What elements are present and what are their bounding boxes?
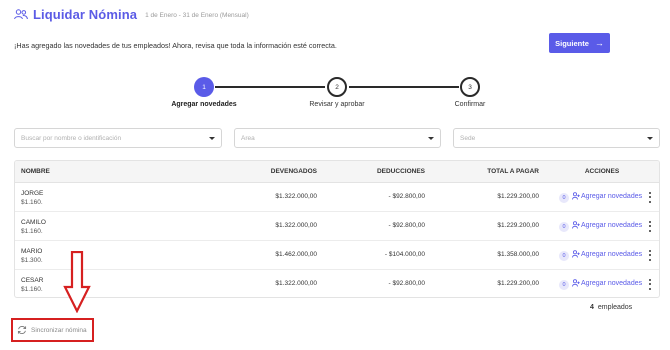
table-header: NOMBRE DEVENGADOS DEDUCCIONES TOTAL A PA… bbox=[15, 161, 659, 183]
total-value: $1.229.200,00 bbox=[497, 280, 539, 287]
total-value: $1.229.200,00 bbox=[497, 193, 539, 200]
employee-count-label: empleados bbox=[597, 304, 633, 311]
search-filter[interactable] bbox=[14, 128, 222, 148]
table-row: JORGE $1.160. $1.322.000,00 - $92.800,00… bbox=[15, 183, 659, 212]
novedades-count-badge: 0 bbox=[559, 222, 569, 232]
add-novedades-link[interactable]: Agregar novedades bbox=[572, 221, 642, 229]
arrow-right-icon: → bbox=[594, 38, 604, 48]
area-select[interactable] bbox=[241, 134, 428, 142]
deducciones-value: - $92.800,00 bbox=[388, 222, 425, 229]
sede-select[interactable] bbox=[460, 134, 647, 142]
column-header-deducciones: DEDUCCIONES bbox=[376, 168, 425, 175]
employee-count: 4 empleados bbox=[590, 304, 632, 311]
add-novedades-label: Agregar novedades bbox=[581, 250, 643, 258]
more-options-icon[interactable] bbox=[647, 191, 653, 204]
search-input[interactable] bbox=[21, 134, 209, 142]
add-novedades-label: Agregar novedades bbox=[581, 192, 643, 200]
step-2-indicator[interactable]: 2 bbox=[327, 77, 347, 97]
chevron-down-icon bbox=[647, 136, 653, 140]
next-button-label: Siguiente bbox=[555, 38, 589, 48]
users-icon bbox=[14, 8, 28, 20]
chevron-down-icon bbox=[428, 136, 434, 140]
progress-stepper: 1 2 3 Agregar novedades Revisar y aproba… bbox=[0, 75, 670, 115]
step-connector bbox=[349, 86, 459, 88]
devengados-value: $1.462.000,00 bbox=[275, 251, 317, 258]
person-plus-icon bbox=[572, 250, 580, 258]
deducciones-value: - $104.000,00 bbox=[384, 251, 425, 258]
employees-table: NOMBRE DEVENGADOS DEDUCCIONES TOTAL A PA… bbox=[14, 160, 660, 298]
deducciones-value: - $92.800,00 bbox=[388, 193, 425, 200]
person-plus-icon bbox=[572, 221, 580, 229]
employee-salary: $1.160. bbox=[21, 228, 43, 235]
step-3-label: Confirmar bbox=[454, 101, 486, 108]
step-2-label: Revisar y aprobar bbox=[309, 101, 365, 108]
employee-salary: $1.160. bbox=[21, 199, 43, 206]
add-novedades-label: Agregar novedades bbox=[581, 221, 643, 229]
info-message: ¡Has agregado las novedades de tus emple… bbox=[14, 41, 337, 50]
novedades-count-badge: 0 bbox=[559, 280, 569, 290]
employee-name: CAMILO bbox=[21, 219, 46, 226]
novedades-count-badge: 0 bbox=[559, 193, 569, 203]
table-row: MARIO $1.300. $1.462.000,00 - $104.000,0… bbox=[15, 241, 659, 270]
employee-salary: $1.160. bbox=[21, 286, 43, 293]
more-options-icon[interactable] bbox=[647, 220, 653, 233]
area-filter[interactable] bbox=[234, 128, 441, 148]
next-button[interactable]: Siguiente → bbox=[549, 33, 610, 53]
sede-filter[interactable] bbox=[453, 128, 660, 148]
total-value: $1.358.000,00 bbox=[497, 251, 539, 258]
add-novedades-link[interactable]: Agregar novedades bbox=[572, 250, 642, 258]
total-value: $1.229.200,00 bbox=[497, 222, 539, 229]
employee-salary: $1.300. bbox=[21, 257, 43, 264]
step-3-indicator[interactable]: 3 bbox=[460, 77, 480, 97]
more-options-icon[interactable] bbox=[647, 278, 653, 291]
page-header: Liquidar Nómina 1 de Enero - 31 de Enero… bbox=[14, 6, 249, 22]
annotation-arrow-icon bbox=[63, 251, 91, 313]
employee-name: CESAR bbox=[21, 277, 44, 284]
sync-icon bbox=[17, 326, 27, 334]
devengados-value: $1.322.000,00 bbox=[275, 193, 317, 200]
deducciones-value: - $92.800,00 bbox=[388, 280, 425, 287]
column-header-actions: ACCIONES bbox=[584, 168, 620, 175]
employee-name: MARIO bbox=[21, 248, 43, 255]
column-header-devengados: DEVENGADOS bbox=[270, 168, 317, 175]
step-connector bbox=[215, 86, 325, 88]
add-novedades-link[interactable]: Agregar novedades bbox=[572, 279, 642, 287]
table-row: CESAR $1.160. $1.322.000,00 - $92.800,00… bbox=[15, 270, 659, 297]
step-1-label: Agregar novedades bbox=[171, 101, 237, 108]
devengados-value: $1.322.000,00 bbox=[275, 222, 317, 229]
person-plus-icon bbox=[572, 192, 580, 200]
person-plus-icon bbox=[572, 279, 580, 287]
page-title: Liquidar Nómina bbox=[33, 6, 138, 22]
novedades-count-badge: 0 bbox=[559, 251, 569, 261]
column-header-total: TOTAL A PAGAR bbox=[487, 168, 539, 175]
sync-payroll-button[interactable]: Sincronizar nómina bbox=[11, 318, 94, 342]
sync-payroll-label: Sincronizar nómina bbox=[31, 326, 87, 334]
more-options-icon[interactable] bbox=[647, 249, 653, 262]
devengados-value: $1.322.000,00 bbox=[275, 280, 317, 287]
step-1-indicator[interactable]: 1 bbox=[194, 77, 214, 97]
employee-name: JORGE bbox=[21, 190, 44, 197]
table-row: CAMILO $1.160. $1.322.000,00 - $92.800,0… bbox=[15, 212, 659, 241]
employee-count-number: 4 bbox=[590, 304, 594, 311]
add-novedades-link[interactable]: Agregar novedades bbox=[572, 192, 642, 200]
chevron-down-icon bbox=[209, 136, 215, 140]
column-header-name: NOMBRE bbox=[21, 168, 50, 175]
pay-period: 1 de Enero - 31 de Enero (Mensual) bbox=[145, 11, 249, 19]
add-novedades-label: Agregar novedades bbox=[581, 279, 643, 287]
